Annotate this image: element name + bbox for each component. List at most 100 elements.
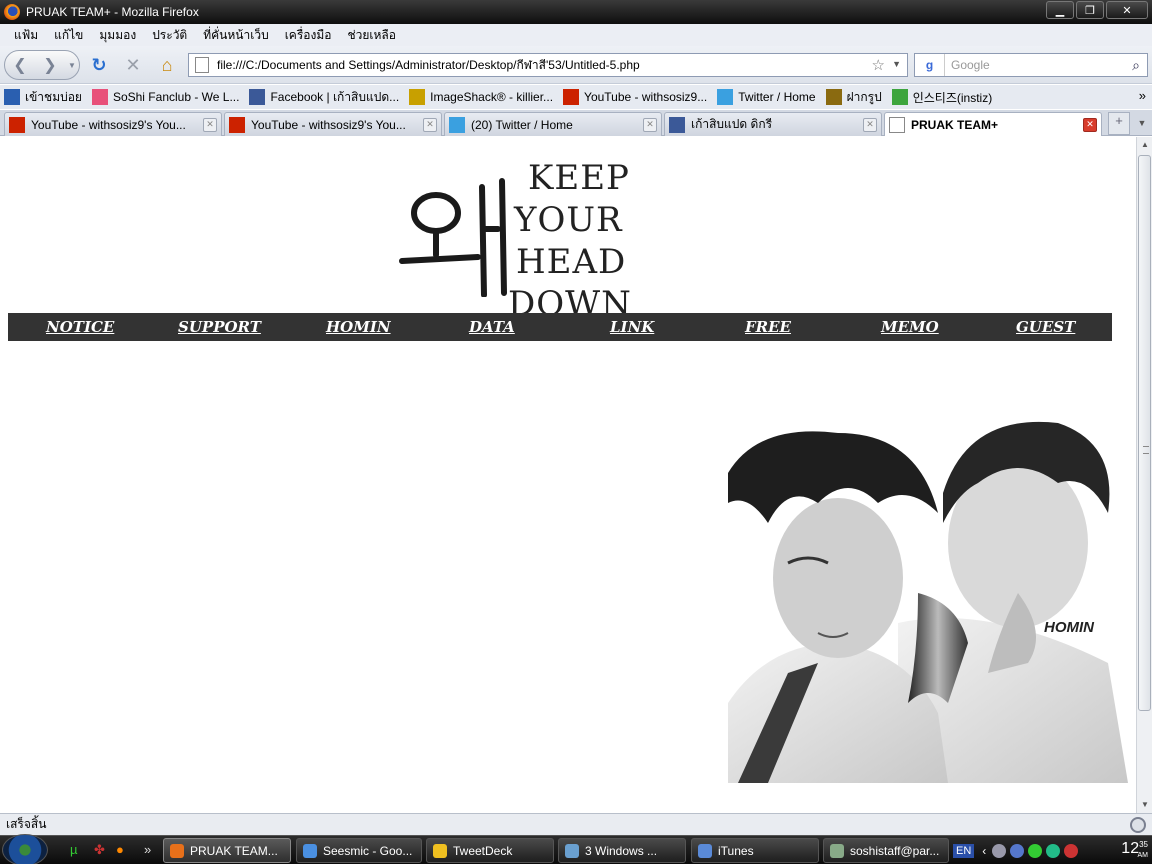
bookmark-label: ImageShack® - killier... [430,90,554,104]
tabs-list-icon[interactable]: ▼ [1134,112,1150,135]
most-visited-icon [4,89,20,105]
search-icon[interactable]: ⌕ [1125,57,1147,74]
quicklaunch-more-icon[interactable]: » [144,842,151,857]
bookmark-item[interactable]: เข้าชมบ่อย [4,88,82,107]
tab-label: YouTube - withsosiz9's You... [251,117,406,132]
scroll-up-icon[interactable]: ▲ [1137,137,1152,153]
bookmark-label: SoShi Fanclub - We L... [112,90,240,104]
tab-close-icon[interactable]: ✕ [863,117,877,132]
taskbar-label: soshistaff@par... [850,843,940,858]
taskbar-label: PRUAK TEAM... [190,843,278,858]
tab-close-icon[interactable]: ✕ [423,117,437,132]
nav-free[interactable]: FREE [745,318,791,336]
vertical-scrollbar[interactable]: ▲ ▼ [1136,137,1152,813]
bookmark-item[interactable]: SoShi Fanclub - We L... [91,89,240,105]
tray-chat-icon[interactable] [1046,843,1061,858]
nav-memo[interactable]: MEMO [881,318,939,336]
menu-bar: แฟ้ม แก้ไข มุมมอง ประวัติ ที่คั่นหน้าเว็… [0,24,1152,46]
bookmark-label: Facebook | เก้าสิบแปด... [270,89,400,104]
nav-homin[interactable]: HOMIN [326,318,391,336]
bookmark-item[interactable]: YouTube - withsosiz9... [563,89,707,105]
app-launcher-icon[interactable]: ✤ [94,842,105,858]
search-input[interactable]: Google [945,58,1125,72]
taskbar-label: iTunes [718,843,754,858]
menu-file[interactable]: แฟ้ม [6,26,46,45]
bookmark-label: เข้าชมบ่อย [25,89,82,104]
bookmarks-toolbar: เข้าชมบ่อย SoShi Fanclub - We L... Faceboo… [0,85,1152,109]
tray-alert-icon[interactable] [1064,843,1079,858]
taskbar-button[interactable]: iTunes [691,838,819,863]
tray-expand-icon[interactable]: ‹ [982,844,986,858]
new-tab-button[interactable]: + [1108,112,1130,135]
search-box[interactable]: g Google ⌕ [914,53,1148,77]
url-dropdown-icon[interactable]: ▼ [892,59,901,69]
maximize-button[interactable]: ❐ [1076,1,1104,19]
taskbar-button[interactable]: PRUAK TEAM... [163,838,291,863]
nav-link[interactable]: LINK [610,318,654,336]
tab[interactable]: YouTube - withsosiz9's You... ✕ [224,112,442,136]
menu-bookmarks[interactable]: ที่คั่นหน้าเว็บ [195,26,276,45]
menu-edit[interactable]: แก้ไข [46,26,91,45]
utorrent-icon[interactable]: µ [70,842,78,857]
tray-user-icon[interactable] [1010,843,1025,858]
home-icon[interactable]: ⌂ [156,54,178,76]
bookmark-label: ฝากรูป [846,89,882,104]
nav-notice[interactable]: NOTICE [46,318,114,336]
firefox-quicklaunch-icon[interactable]: ● [116,842,124,857]
close-button[interactable]: ✕ [1106,1,1148,19]
tray-check-icon[interactable] [1028,843,1043,858]
menu-tools[interactable]: เครื่องมือ [277,26,340,45]
site-nav-menu: NOTICE SUPPORT HOMIN DATA LINK FREE MEMO… [8,313,1112,341]
language-indicator[interactable]: EN [953,843,975,858]
bookmark-item[interactable]: 인스티즈(instiz) [891,89,993,106]
tab-label: YouTube - withsosiz9's You... [31,117,186,132]
scroll-down-icon[interactable]: ▼ [1137,797,1152,813]
taskbar-button[interactable]: TweetDeck [426,838,554,863]
google-engine-icon[interactable]: g [915,54,945,76]
soshi-icon [91,89,108,105]
tab-strip: + ▼ YouTube - withsosiz9's You... ✕ YouTub… [0,110,1152,136]
tab[interactable]: เก้าสิบแปด ดิกรี ✕ [664,112,882,136]
menu-view[interactable]: มุมมอง [91,26,144,45]
facebook-icon [669,116,685,133]
bookmark-item[interactable]: ฝากรูป [825,88,882,107]
firefox-icon [4,4,20,20]
nav-data[interactable]: DATA [469,318,515,336]
navigation-toolbar: ❮ ❯ ▼ ↻ ✕ ⌂ file:///C:/Documents and Set… [0,46,1152,84]
taskbar-button[interactable]: soshistaff@par... [823,838,949,863]
forward-icon[interactable]: ❯ [35,55,65,75]
tab[interactable]: YouTube - withsosiz9's You... ✕ [4,112,222,136]
reload-icon[interactable]: ↻ [88,54,110,76]
url-text: file:///C:/Documents and Settings/Admini… [217,57,640,72]
tab-close-icon[interactable]: ✕ [203,117,217,132]
imageshack-icon [409,89,426,105]
taskbar-button[interactable]: 3 Windows ... [558,838,686,863]
taskbar-label: 3 Windows ... [585,843,658,858]
tray-network-icon[interactable] [992,843,1007,858]
bookmark-label: 인스티즈(instiz) [912,90,993,105]
back-icon[interactable]: ❮ [5,55,35,75]
bookmark-item[interactable]: ImageShack® - killier... [409,89,553,105]
tab-close-icon[interactable]: ✕ [1083,117,1097,132]
stop-icon[interactable]: ✕ [122,54,144,76]
bookmark-item[interactable]: Facebook | เก้าสิบแปด... [249,88,399,107]
status-indicator-icon [1130,817,1146,833]
scroll-thumb[interactable] [1138,155,1151,711]
start-button[interactable] [2,834,48,864]
bookmarks-overflow-icon[interactable]: » [1139,88,1146,103]
tab[interactable]: PRUAK TEAM+ ✕ [884,112,1102,136]
logo-word-head: HEAD [516,242,627,282]
tab[interactable]: (20) Twitter / Home ✕ [444,112,662,136]
tab-close-icon[interactable]: ✕ [643,117,657,132]
url-bar[interactable]: file:///C:/Documents and Settings/Admini… [188,53,908,77]
menu-history[interactable]: ประวัติ [144,26,195,45]
page-icon [195,57,209,73]
nav-guest[interactable]: GUEST [1016,318,1075,336]
taskbar-button[interactable]: Seesmic - Goo... [296,838,422,863]
minimize-button[interactable]: ▁ [1046,1,1074,19]
bookmark-item[interactable]: Twitter / Home [717,89,816,105]
history-dropdown-icon[interactable]: ▼ [65,61,79,70]
bookmark-star-icon[interactable]: ☆ [872,56,885,74]
nav-support[interactable]: SUPPORT [178,318,261,336]
menu-help[interactable]: ช่วยเหลือ [339,26,404,45]
